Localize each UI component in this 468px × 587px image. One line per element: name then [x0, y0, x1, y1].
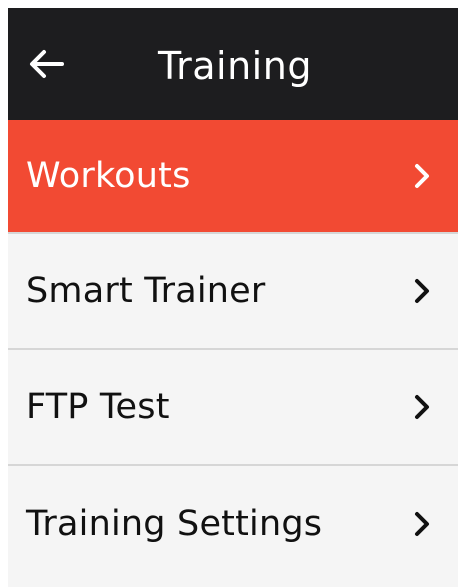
screen-edge-left: [0, 0, 8, 587]
chevron-right-icon: [412, 392, 432, 422]
page-title: Training: [158, 44, 312, 88]
menu-item-training-settings[interactable]: Training Settings: [0, 466, 468, 582]
back-button[interactable]: [18, 36, 74, 92]
training-screen: Training Workouts Smart Trainer FTP Test: [0, 0, 468, 587]
menu-item-smart-trainer[interactable]: Smart Trainer: [0, 234, 468, 350]
screen-edge-top: [0, 0, 468, 8]
chevron-right-icon: [412, 161, 432, 191]
menu-item-workouts[interactable]: Workouts: [0, 120, 468, 234]
menu-item-label: FTP Test: [26, 387, 170, 427]
menu-item-label: Training Settings: [26, 504, 323, 544]
screen-edge-right: [458, 0, 468, 587]
menu-item-ftp-test[interactable]: FTP Test: [0, 350, 468, 466]
training-menu: Workouts Smart Trainer FTP Test Training…: [0, 120, 468, 582]
menu-item-label: Workouts: [26, 156, 191, 196]
chevron-right-icon: [412, 509, 432, 539]
arrow-left-icon: [30, 50, 64, 78]
chevron-right-icon: [412, 276, 432, 306]
header-bar: Training: [0, 0, 468, 120]
menu-item-label: Smart Trainer: [26, 271, 266, 311]
